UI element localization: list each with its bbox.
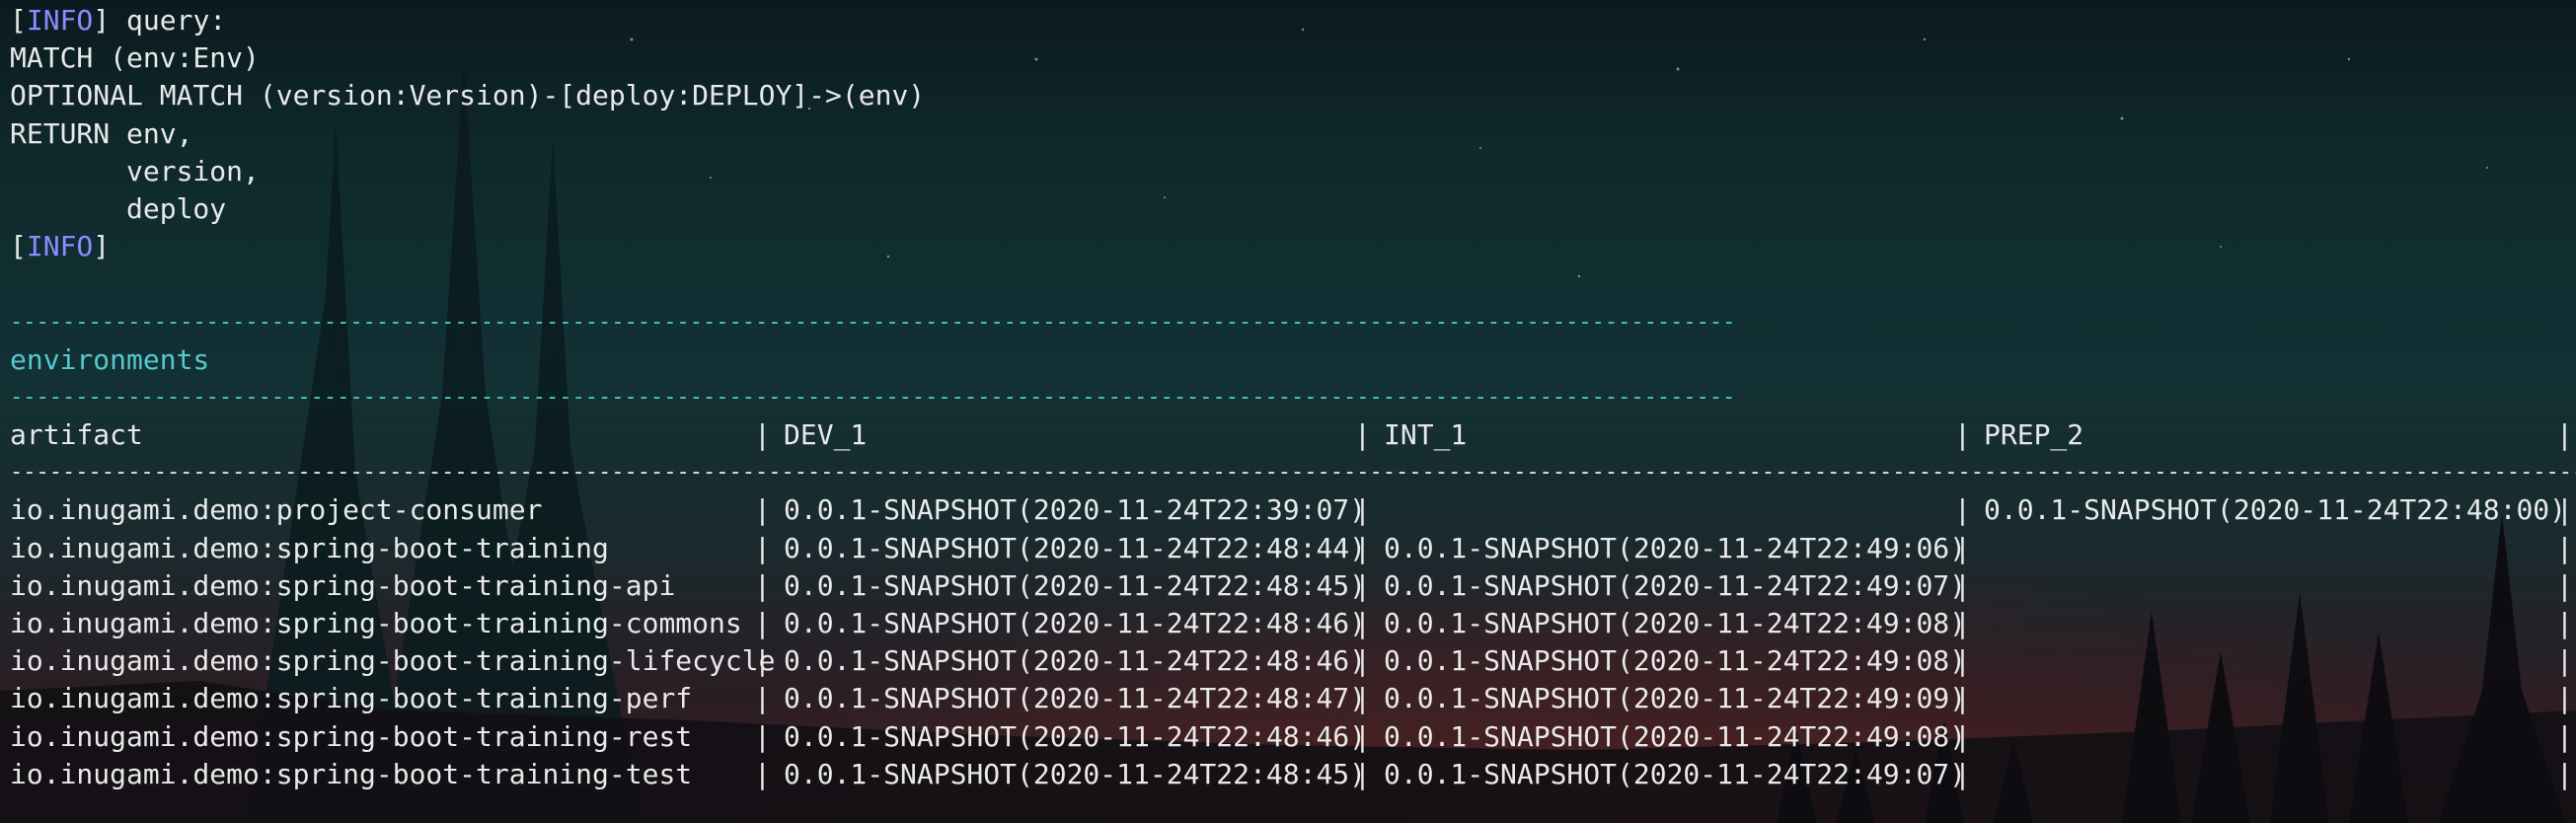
table-header-rule: ----------------------------------------… <box>10 454 2576 491</box>
dev1-cell: 0.0.1-SNAPSHOT(2020-11-24T22:48:45) <box>784 568 1367 602</box>
column-separator: | <box>1954 568 1971 602</box>
column-separator: | <box>1954 757 1971 790</box>
table-header-prep2: PREP_2 <box>1984 418 2084 452</box>
column-separator: | <box>2556 757 2573 790</box>
section-title: environments <box>10 342 210 376</box>
column-separator: | <box>1954 644 1971 678</box>
dev1-cell: 0.0.1-SNAPSHOT(2020-11-24T22:48:46) <box>784 719 1367 753</box>
info-bracket-open: [ <box>10 230 27 263</box>
artifact-cell: io.inugami.demo:spring-boot-training-com… <box>10 607 742 639</box>
dev1-cell: 0.0.1-SNAPSHOT(2020-11-24T22:48:46) <box>784 607 1367 639</box>
artifact-cell: io.inugami.demo:spring-boot-training-lif… <box>10 644 776 678</box>
column-separator: | <box>754 531 771 564</box>
dev1-cell: 0.0.1-SNAPSHOT(2020-11-24T22:48:45) <box>784 757 1367 790</box>
artifact-cell: io.inugami.demo:spring-boot-training-api <box>10 568 676 602</box>
column-separator: | <box>2556 531 2573 564</box>
artifact-cell: io.inugami.demo:spring-boot-training-tes… <box>10 757 693 790</box>
terminal-output: [INFO] query: MATCH (env:Env) OPTIONAL M… <box>10 2 2576 793</box>
column-separator: | <box>1954 493 1971 527</box>
column-separator: | <box>754 719 771 753</box>
int1-cell: 0.0.1-SNAPSHOT(2020-11-24T22:49:09) <box>1384 682 1967 715</box>
table-header-dev1: DEV_1 <box>784 418 868 452</box>
column-separator: | <box>1354 418 1371 452</box>
column-separator: | <box>1354 493 1371 527</box>
info-bracket-close: ] <box>93 230 111 263</box>
column-separator: | <box>1354 644 1371 678</box>
column-separator: | <box>754 568 771 602</box>
log-line-info-query: [INFO] query: <box>10 2 1735 39</box>
column-separator: | <box>754 493 771 527</box>
int1-cell: 0.0.1-SNAPSHOT(2020-11-24T22:49:08) <box>1384 719 1967 753</box>
info-bracket-close: ] <box>93 4 111 37</box>
info-bracket-open: [ <box>10 4 27 37</box>
column-separator: | <box>2556 644 2573 678</box>
column-separator: | <box>754 682 771 715</box>
dev1-cell: 0.0.1-SNAPSHOT(2020-11-24T22:48:46) <box>784 644 1367 678</box>
table-header-row: artifact | DEV_1 | INT_1 | PREP_2 | <box>10 416 2573 454</box>
column-separator: | <box>1954 531 1971 564</box>
column-separator: | <box>1354 568 1371 602</box>
int1-cell: 0.0.1-SNAPSHOT(2020-11-24T22:49:08) <box>1384 644 1967 678</box>
column-separator: | <box>2556 568 2573 602</box>
table-header-int1: INT_1 <box>1384 418 1468 452</box>
column-separator: | <box>1954 682 1971 715</box>
artifact-cell: io.inugami.demo:spring-boot-training-res… <box>10 719 693 753</box>
prep2-cell: 0.0.1-SNAPSHOT(2020-11-24T22:48:00) <box>1984 493 2567 527</box>
header-rule: ----------------------------------------… <box>10 460 2576 486</box>
dev1-cell: 0.0.1-SNAPSHOT(2020-11-24T22:48:44) <box>784 531 1367 564</box>
column-separator: | <box>2556 493 2573 527</box>
int1-cell: 0.0.1-SNAPSHOT(2020-11-24T22:49:08) <box>1384 607 1967 639</box>
info-tag: INFO <box>26 4 94 37</box>
column-separator: | <box>2556 682 2573 715</box>
query-line: RETURN env, <box>10 116 193 150</box>
artifact-cell: io.inugami.demo:project-consumer <box>10 493 543 527</box>
column-separator: | <box>1954 607 1971 639</box>
artifact-cell: io.inugami.demo:spring-boot-training-per… <box>10 682 693 715</box>
column-separator: | <box>1354 757 1371 790</box>
column-separator: | <box>754 757 771 790</box>
column-separator: | <box>754 418 771 452</box>
table-row: io.inugami.demo:spring-boot-training-per… <box>10 680 2573 717</box>
query-label: query: <box>110 4 227 37</box>
column-separator: | <box>754 644 771 678</box>
column-separator: | <box>1954 719 1971 753</box>
column-separator: | <box>1354 531 1371 564</box>
query-line: OPTIONAL MATCH (version:Version)-[deploy… <box>10 79 926 112</box>
column-separator: | <box>1354 682 1371 715</box>
column-separator: | <box>2556 607 2573 639</box>
query-line: deploy <box>10 191 227 225</box>
table-row: io.inugami.demo:spring-boot-training-api… <box>10 567 2573 605</box>
column-separator: | <box>2556 719 2573 753</box>
table-row: io.inugami.demo:spring-boot-training-tes… <box>10 756 2573 793</box>
query-line: MATCH (env:Env) <box>10 41 260 75</box>
int1-cell: 0.0.1-SNAPSHOT(2020-11-24T22:49:07) <box>1384 757 1967 790</box>
column-separator: | <box>2556 418 2573 452</box>
table-row: io.inugami.demo:project-consumer 0.0.1-SN… <box>10 491 2573 529</box>
column-separator: | <box>1954 418 1971 452</box>
log-line-info: [INFO] <box>10 228 1735 265</box>
table-body: io.inugami.demo:project-consumer 0.0.1-SN… <box>10 491 2573 793</box>
table-row: io.inugami.demo:spring-boot-training-com… <box>10 605 2573 642</box>
info-tag: INFO <box>26 230 94 263</box>
dev1-cell: 0.0.1-SNAPSHOT(2020-11-24T22:48:47) <box>784 682 1367 715</box>
artifact-cell: io.inugami.demo:spring-boot-training <box>10 531 609 564</box>
section-rule-bottom: ----------------------------------------… <box>10 384 1736 410</box>
dev1-cell: 0.0.1-SNAPSHOT(2020-11-24T22:39:07) <box>784 493 1367 527</box>
column-separator: | <box>754 607 771 639</box>
int1-cell: 0.0.1-SNAPSHOT(2020-11-24T22:49:07) <box>1384 568 1967 602</box>
column-separator: | <box>1354 719 1371 753</box>
int1-cell: 0.0.1-SNAPSHOT(2020-11-24T22:49:06) <box>1384 531 1967 564</box>
query-line: version, <box>10 154 260 187</box>
table-row: io.inugami.demo:spring-boot-training 0.0.… <box>10 530 2573 567</box>
section-rule-top: ----------------------------------------… <box>10 309 1736 335</box>
table-row: io.inugami.demo:spring-boot-training-lif… <box>10 642 2573 680</box>
column-separator: | <box>1354 607 1371 639</box>
table-row: io.inugami.demo:spring-boot-training-res… <box>10 718 2573 756</box>
table-header-artifact: artifact <box>10 418 143 452</box>
